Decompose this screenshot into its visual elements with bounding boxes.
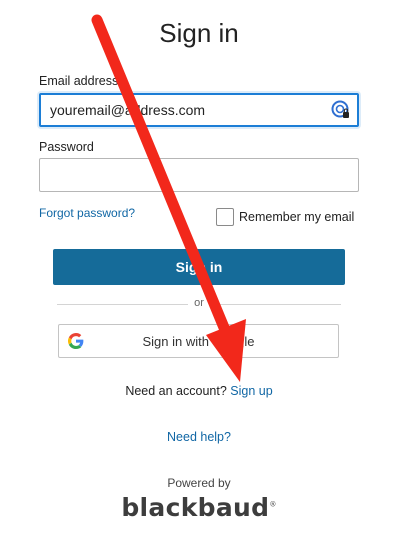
remember-email-checkbox[interactable] bbox=[216, 208, 234, 226]
password-field[interactable] bbox=[39, 158, 359, 192]
page-title: Sign in bbox=[159, 18, 239, 48]
sign-up-link[interactable]: Sign up bbox=[230, 384, 272, 398]
password-label: Password bbox=[39, 140, 94, 154]
google-g-icon bbox=[68, 333, 84, 349]
google-button-label: Sign in with Google bbox=[142, 333, 255, 349]
brand-name: blackbaud bbox=[121, 493, 270, 522]
trademark-symbol: ® bbox=[269, 500, 277, 509]
forgot-password-link[interactable]: Forgot password? bbox=[39, 206, 135, 220]
powered-by-label: Powered by bbox=[167, 476, 231, 490]
need-account-label: Need an account? bbox=[125, 384, 227, 398]
blackbaud-logo: blackbaud® bbox=[0, 493, 398, 522]
password-manager-key-icon[interactable] bbox=[331, 100, 351, 120]
google-sign-in-button[interactable]: Sign in with Google bbox=[58, 324, 339, 358]
sign-in-button[interactable]: Sign in bbox=[53, 249, 345, 285]
or-separator: or bbox=[188, 297, 210, 309]
email-label: Email address bbox=[39, 74, 119, 88]
need-account-text: Need an account? Sign up bbox=[0, 384, 398, 398]
need-help-link[interactable]: Need help? bbox=[0, 430, 398, 444]
remember-email-label[interactable]: Remember my email bbox=[239, 210, 354, 224]
remember-email-option[interactable]: Remember my email bbox=[216, 208, 354, 226]
email-field[interactable] bbox=[39, 93, 359, 127]
